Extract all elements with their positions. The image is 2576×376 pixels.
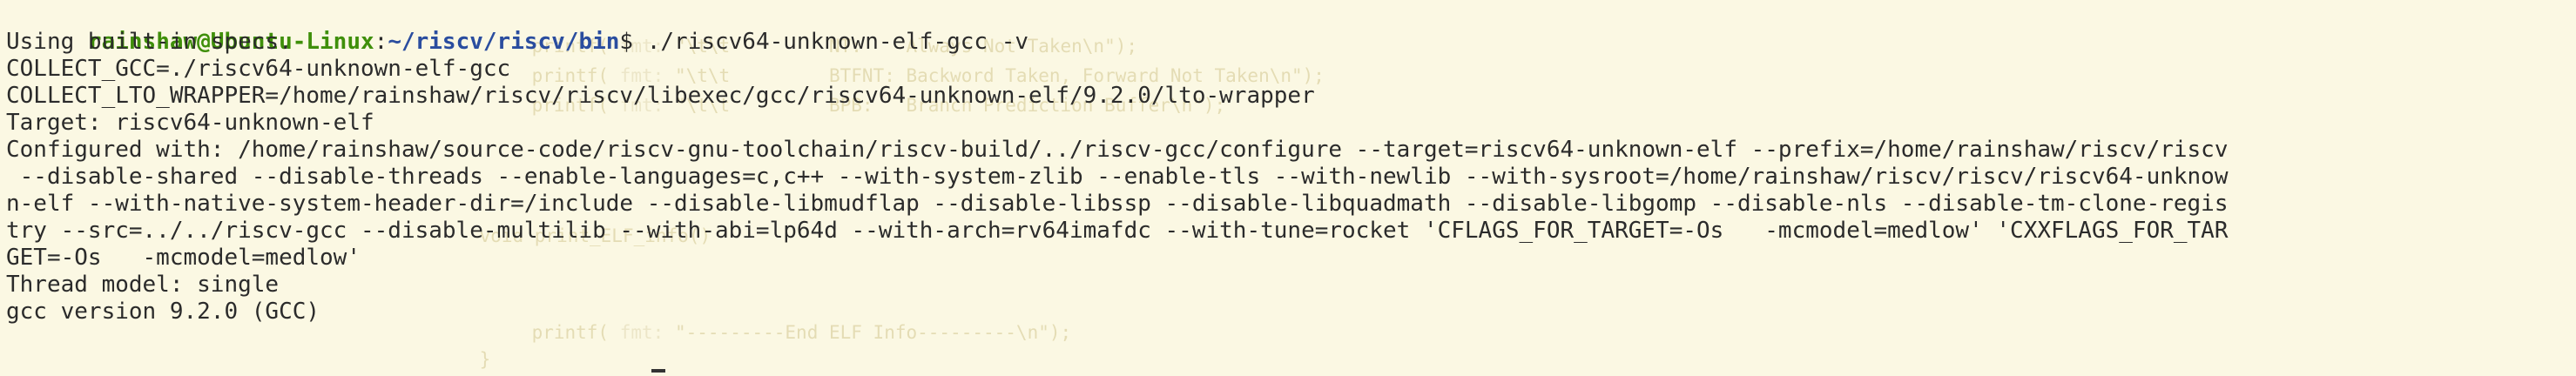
output-line: GET=-Os -mcmodel=medlow' (6, 245, 361, 271)
background-code-line-5: } (479, 349, 491, 370)
prompt-symbol: $ (619, 29, 647, 55)
output-line: --disable-shared --disable-threads --ena… (6, 164, 2229, 190)
prompt-command: ./riscv64-unknown-elf-gcc -v (646, 29, 1029, 55)
output-line: n-elf --with-native-system-header-dir=/i… (6, 191, 2229, 217)
output-line: Thread model: single (6, 272, 280, 298)
prompt-line: rainshaw@Ubuntu-Linux:~/riscv/riscv/bin$… (6, 2, 2229, 55)
output-line: Target: riscv64-unknown-elf (6, 110, 374, 136)
output-line: Configured with: /home/rainshaw/source-c… (6, 137, 2229, 163)
output-line: COLLECT_LTO_WRAPPER=/home/rainshaw/riscv… (6, 83, 1315, 109)
output-line: try --src=../../riscv-gcc --disable-mult… (6, 218, 2229, 244)
output-line: COLLECT_GCC=./riscv64-unknown-elf-gcc (6, 56, 511, 82)
output-line: gcc version 9.2.0 (GCC) (6, 299, 320, 325)
prompt-separator: : (374, 29, 388, 55)
terminal-window[interactable]: printf( fmt: "\t\t NT: Always Not Taken\… (0, 0, 2576, 376)
text-cursor (651, 369, 665, 373)
terminal-output: rainshaw@Ubuntu-Linux:~/riscv/riscv/bin$… (6, 2, 2229, 326)
prompt-path: ~/riscv/riscv/bin (388, 29, 620, 55)
